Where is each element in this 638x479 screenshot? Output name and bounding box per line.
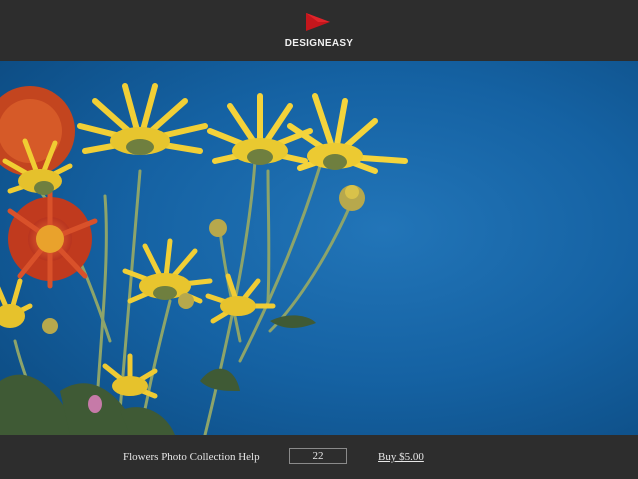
play-triangle-icon (306, 13, 330, 31)
collection-title: Flowers Photo Collection Help (123, 451, 260, 463)
flowers-photo (0, 61, 638, 435)
header-bar: DESIGNEASY (0, 0, 638, 61)
footer-bar: Flowers Photo Collection Help 22 Buy $5.… (0, 435, 638, 479)
page-number-field[interactable]: 22 (289, 448, 347, 464)
brand-name: DESIGNEASY (284, 38, 354, 49)
slide-viewer: DESIGNEASY Flowers Photo Collection Help… (0, 0, 638, 479)
flowers-illustration (0, 61, 638, 435)
buy-link[interactable]: Buy $5.00 (378, 451, 424, 463)
